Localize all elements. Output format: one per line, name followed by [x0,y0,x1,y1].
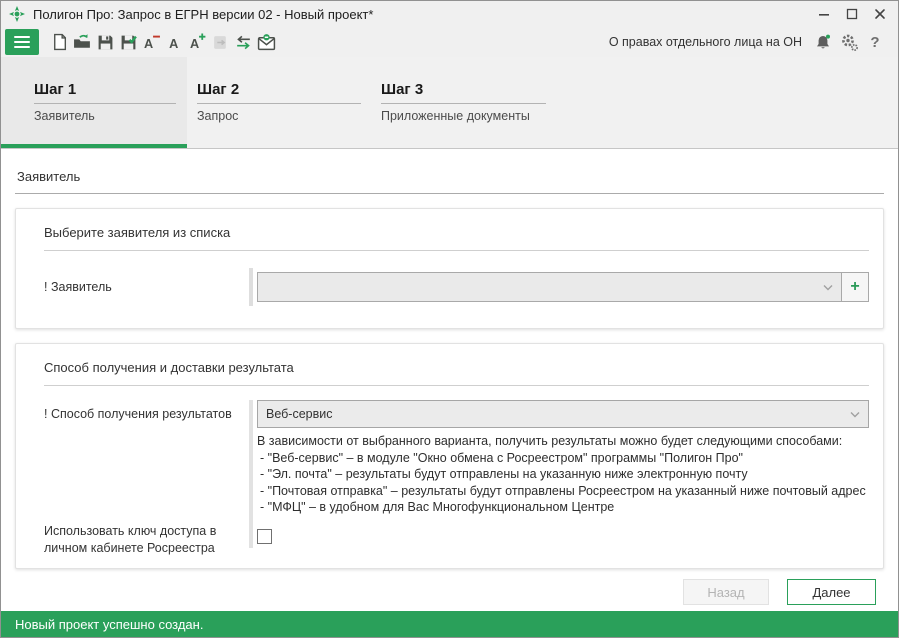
new-document-icon [54,33,67,51]
statusbar: Новый проект успешно создан. [1,611,898,637]
step-number: Шаг 1 [34,81,176,104]
app-compass-icon [9,6,25,22]
open-project-button[interactable] [71,30,94,54]
card-divider [44,385,869,386]
step-label: Приложенные документы [381,109,530,123]
toolbar: А А А О правах отдельного лица на ОН ? [1,27,898,57]
access-key-label: Использовать ключ доступа в личном кабин… [44,524,217,555]
exchange-arrows-icon [237,35,250,49]
toolbar-right: О правах отдельного лица на ОН ? [609,31,898,53]
maximize-icon [846,8,858,20]
envelope-icon [257,34,276,51]
gear-icon [841,34,858,51]
step-tabs: Шаг 1 Заявитель Шаг 2 Запрос Шаг 3 Прило… [1,57,898,149]
delivery-card-title: Способ получения и доставки результата [44,360,294,375]
save-as-button[interactable] [117,30,140,54]
document-export-disabled-icon [214,35,226,49]
delivery-controls: Веб-сервис В зависимости от выбранного в… [257,400,869,548]
page-section-title: Заявитель [15,163,884,194]
info-intro: В зависимости от выбранного варианта, по… [257,434,843,448]
question-icon: ? [870,33,880,51]
remove-record-button[interactable]: А [140,30,163,54]
svg-text:А: А [169,37,178,51]
applicant-field-label: ! Заявитель [44,280,112,294]
minimize-icon [819,14,829,16]
letter-a-icon: А [169,37,178,51]
send-mail-button[interactable] [255,30,278,54]
chevron-down-icon [850,407,860,421]
step-content: Заявитель Выберите заявителя из списка !… [1,149,898,611]
close-button[interactable] [866,3,894,25]
step-number: Шаг 2 [197,81,361,104]
card-divider [44,250,869,251]
tab-step-1[interactable]: Шаг 1 Заявитель [1,57,187,148]
access-key-checkbox[interactable] [257,528,272,544]
settings-button[interactable] [838,31,860,53]
window-controls [810,3,898,25]
window-title: Полигон Про: Запрос в ЕГРН версии 02 - Н… [33,6,374,22]
help-button[interactable]: ? [864,31,886,53]
info-item: - "Веб-сервис" – в модуле "Окно обмена с… [260,450,743,465]
menu-button[interactable] [5,29,39,55]
svg-text:А: А [144,37,153,51]
applicant-field-row: ! Заявитель + [30,268,869,306]
status-message: Новый проект успешно создан. [15,616,204,632]
step-number: Шаг 3 [381,81,546,104]
tab-step-2[interactable]: Шаг 2 Запрос [187,57,371,148]
close-icon [875,9,885,19]
applicant-card-title: Выберите заявителя из списка [44,225,231,240]
tab-step-3[interactable]: Шаг 3 Приложенные документы [371,57,898,148]
add-record-button[interactable]: А [186,30,209,54]
back-button[interactable]: Назад [683,579,769,605]
floppy-save-icon [98,35,113,49]
new-project-button[interactable] [48,30,71,54]
record-button[interactable]: А [163,30,186,54]
notifications-button[interactable] [812,31,834,53]
add-applicant-button[interactable]: + [841,272,869,302]
letter-a-plus-icon: А [190,33,205,51]
info-item: - "Почтовая отправка" – результаты будут… [260,483,866,498]
maximize-button[interactable] [838,3,866,25]
exchange-button[interactable] [232,30,255,54]
save-button[interactable] [94,30,117,54]
next-button[interactable]: Далее [787,579,876,605]
chevron-down-icon [823,280,833,294]
document-type-label: О правах отдельного лица на ОН [608,35,802,49]
method-select-value: Веб-сервис [266,407,333,421]
method-label: ! Способ получения результатов [44,407,232,421]
step-label: Запрос [197,109,239,123]
hamburger-icon [14,36,30,38]
export-xml-button[interactable] [209,30,232,54]
applicant-card: Выберите заявителя из списка ! Заявитель… [15,208,884,329]
applicant-combobox[interactable] [257,272,842,302]
method-info-text: В зависимости от выбранного варианта, по… [257,433,869,516]
open-folder-icon [74,34,90,48]
app-window: Полигон Про: Запрос в ЕГРН версии 02 - Н… [0,0,899,638]
step-label: Заявитель [34,109,95,123]
info-item: - "Эл. почта" – результаты будут отправл… [260,467,748,481]
minimize-button[interactable] [810,3,838,25]
plus-icon: + [850,278,860,295]
letter-a-minus-icon: А [144,35,160,51]
floppy-edit-icon [121,35,137,49]
delivery-form: ! Способ получения результатов Использов… [30,400,869,555]
info-item: - "МФЦ" – в удобном для Вас Многофункцио… [260,500,615,514]
column-separator [249,268,253,306]
wizard-footer: Назад Далее [683,579,876,605]
method-select[interactable]: Веб-сервис [257,400,869,428]
bell-icon [817,34,830,49]
delivery-card: Способ получения и доставки результата !… [15,343,884,569]
svg-text:А: А [190,37,199,51]
titlebar: Полигон Про: Запрос в ЕГРН версии 02 - Н… [1,1,898,27]
column-separator [249,400,253,548]
